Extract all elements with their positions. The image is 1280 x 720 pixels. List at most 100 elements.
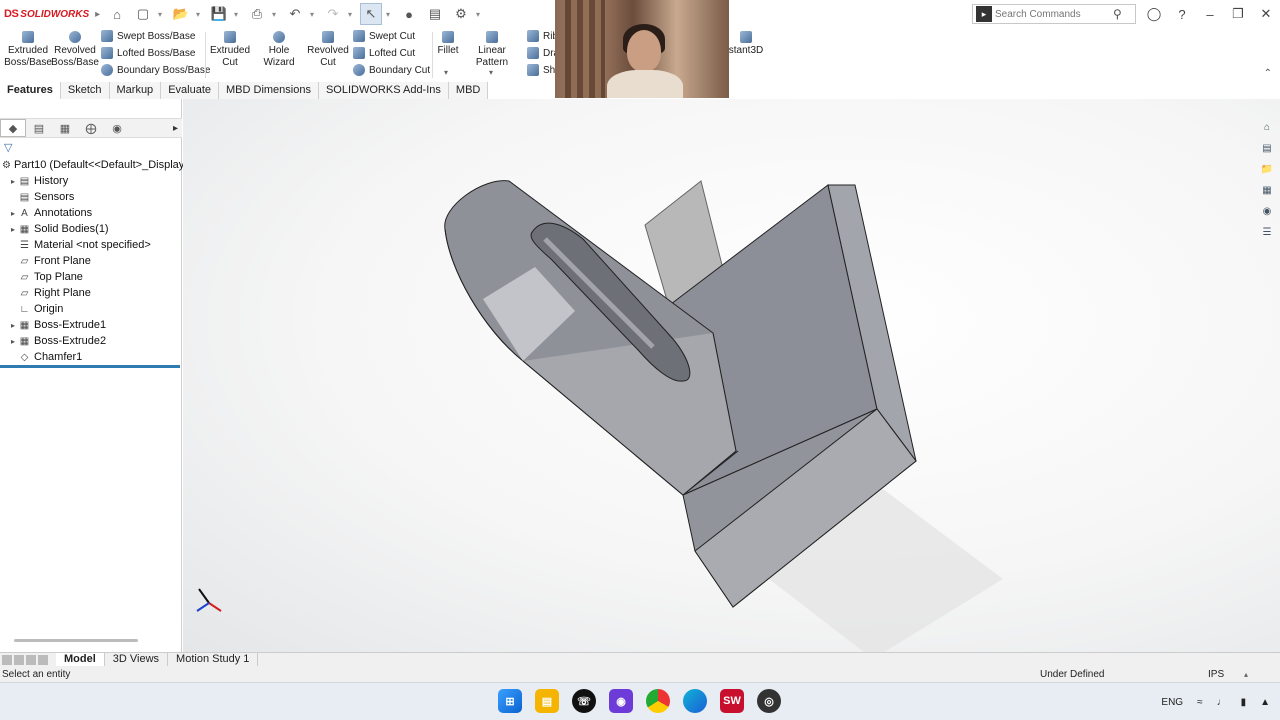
tree-item-history[interactable]: ▸ ▤ History <box>0 173 182 189</box>
last-tab-icon[interactable] <box>38 654 48 665</box>
chevron-down-icon[interactable]: ▾ <box>348 10 356 19</box>
chevron-down-icon[interactable]: ▾ <box>444 68 448 77</box>
horizontal-scrollbar[interactable] <box>14 639 138 642</box>
tab-markup[interactable]: Markup <box>109 82 162 99</box>
tab-mbd[interactable]: MBD <box>448 82 489 99</box>
close-icon[interactable]: ✕ <box>1252 6 1280 22</box>
new-document-icon[interactable]: ▢ <box>132 3 154 25</box>
menu-arrow-icon[interactable]: ▸ <box>95 9 100 20</box>
solidworks-taskbar-icon[interactable]: SW <box>720 689 744 713</box>
part-model[interactable] <box>183 99 1280 652</box>
boundary-cut-button[interactable]: Boundary Cut <box>352 62 430 78</box>
extruded-boss-button[interactable]: Extruded Boss/Base <box>4 30 52 69</box>
tab-mbd-dimensions[interactable]: MBD Dimensions <box>219 82 319 99</box>
tree-item-boss-extrude2[interactable]: ▸ ▦ Boss-Extrude2 <box>0 333 182 349</box>
volume-icon[interactable]: ♩ <box>1217 697 1227 708</box>
app-logo[interactable]: DS SOLIDWORKS ▸ <box>0 8 100 20</box>
help-icon[interactable]: ? <box>1168 7 1196 22</box>
tree-item-origin[interactable]: ∟ Origin <box>0 301 182 317</box>
tab-sketch[interactable]: Sketch <box>60 82 110 99</box>
chevron-right-icon[interactable]: ▸ <box>173 123 178 134</box>
property-manager-tab-icon[interactable]: ▤ <box>26 119 52 137</box>
tree-item-chamfer1[interactable]: ◇ Chamfer1 <box>0 349 182 365</box>
notification-bell-icon[interactable]: ▲ <box>1260 697 1270 708</box>
tree-item-boss-extrude1[interactable]: ▸ ▦ Boss-Extrude1 <box>0 317 182 333</box>
edge-icon[interactable] <box>683 689 707 713</box>
rebuild-icon[interactable]: ● <box>398 3 420 25</box>
chevron-down-icon[interactable]: ▾ <box>158 10 166 19</box>
boundary-boss-button[interactable]: Boundary Boss/Base <box>100 62 210 78</box>
extruded-cut-button[interactable]: Extruded Cut <box>208 30 252 69</box>
obs-icon[interactable]: ◎ <box>757 689 781 713</box>
start-windows-icon[interactable]: ⊞ <box>498 689 522 713</box>
graphics-area[interactable]: ⌂ ▤ 📁 ▦ ◉ ☰ <box>183 99 1280 652</box>
next-tab-icon[interactable] <box>26 654 36 665</box>
dimxpert-tab-icon[interactable]: ⨁ <box>78 119 104 137</box>
chevron-down-icon[interactable]: ▾ <box>489 68 493 77</box>
print-icon[interactable]: ⎙ <box>246 3 268 25</box>
tab-features[interactable]: Features <box>0 82 61 99</box>
tab-evaluate[interactable]: Evaluate <box>161 82 219 99</box>
chevron-down-icon[interactable]: ▾ <box>234 10 242 19</box>
tab-model[interactable]: Model <box>56 652 105 667</box>
display-manager-tab-icon[interactable]: ◉ <box>104 119 130 137</box>
battery-icon[interactable]: ▮ <box>1241 697 1247 708</box>
swept-boss-button[interactable]: Swept Boss/Base <box>100 28 195 44</box>
filter-icon[interactable]: ▽ <box>4 141 12 154</box>
instant3d-button[interactable]: stant3D <box>728 30 764 57</box>
tab-motion-study[interactable]: Motion Study 1 <box>168 652 259 667</box>
restore-icon[interactable]: ❐ <box>1224 6 1252 22</box>
account-icon[interactable]: ◯ <box>1140 6 1168 22</box>
screen-recorder-icon[interactable]: ◉ <box>609 689 633 713</box>
wifi-icon[interactable]: ≈ <box>1197 697 1203 708</box>
tree-item-front-plane[interactable]: ▱ Front Plane <box>0 253 182 269</box>
file-explorer-taskbar-icon[interactable]: ▤ <box>535 689 559 713</box>
tree-item-material[interactable]: ☰ Material <not specified> <box>0 237 182 253</box>
collapse-ribbon-icon[interactable]: ⌃ <box>1264 68 1272 79</box>
undo-icon[interactable]: ↶ <box>284 3 306 25</box>
chevron-down-icon[interactable]: ▾ <box>476 10 484 19</box>
linear-pattern-button[interactable]: Linear Pattern <box>462 30 522 69</box>
redo-icon[interactable]: ↷ <box>322 3 344 25</box>
tree-root-part[interactable]: ⚙ Part10 (Default<<Default>_Display <box>0 157 184 173</box>
select-cursor-icon[interactable]: ↖ <box>360 3 382 25</box>
tree-item-annotations[interactable]: ▸ A Annotations <box>0 205 182 221</box>
home-icon[interactable]: ⌂ <box>106 3 128 25</box>
feature-manager-tab-icon[interactable]: ◆ <box>0 119 26 137</box>
chevron-up-icon[interactable]: ▴ <box>1244 670 1248 679</box>
magnifier-icon[interactable]: ⚲ <box>1113 7 1122 21</box>
expand-icon[interactable]: ▸ <box>8 177 18 186</box>
expand-icon[interactable]: ▸ <box>8 337 18 346</box>
lofted-cut-button[interactable]: Lofted Cut <box>352 45 415 61</box>
tree-item-sensors[interactable]: ▤ Sensors <box>0 189 182 205</box>
expand-icon[interactable]: ▸ <box>8 225 18 234</box>
chevron-down-icon[interactable]: ▾ <box>386 10 394 19</box>
hole-wizard-button[interactable]: Hole Wizard <box>254 30 304 69</box>
tab-3d-views[interactable]: 3D Views <box>105 652 169 667</box>
whatsapp-icon[interactable]: ☏ <box>572 689 596 713</box>
revolved-boss-button[interactable]: Revolved Boss/Base <box>51 30 99 69</box>
rollback-bar[interactable] <box>0 365 180 368</box>
prev-tab-icon[interactable] <box>14 654 24 665</box>
search-input[interactable] <box>995 8 1113 20</box>
tree-item-solid-bodies[interactable]: ▸ ▦ Solid Bodies(1) <box>0 221 182 237</box>
chrome-icon[interactable] <box>646 689 670 713</box>
open-folder-icon[interactable]: 📂 <box>170 3 192 25</box>
minimize-icon[interactable]: – <box>1196 7 1224 22</box>
search-commands[interactable]: ▸ ⚲ <box>972 4 1136 24</box>
swept-cut-button[interactable]: Swept Cut <box>352 28 415 44</box>
unit-system[interactable]: IPS <box>1208 669 1224 680</box>
fillet-button[interactable]: Fillet <box>436 30 460 57</box>
options-gear-icon[interactable]: ⚙ <box>450 3 472 25</box>
save-icon[interactable]: 💾 <box>208 3 230 25</box>
chevron-down-icon[interactable]: ▾ <box>272 10 280 19</box>
chevron-down-icon[interactable]: ▾ <box>196 10 204 19</box>
configuration-manager-tab-icon[interactable]: ▦ <box>52 119 78 137</box>
chevron-down-icon[interactable]: ▾ <box>310 10 318 19</box>
expand-icon[interactable]: ▸ <box>8 209 18 218</box>
rib-button[interactable]: Rib <box>526 28 558 44</box>
revolved-cut-button[interactable]: Revolved Cut <box>307 30 349 69</box>
first-tab-icon[interactable] <box>2 654 12 665</box>
expand-icon[interactable]: ▸ <box>8 321 18 330</box>
tree-item-right-plane[interactable]: ▱ Right Plane <box>0 285 182 301</box>
